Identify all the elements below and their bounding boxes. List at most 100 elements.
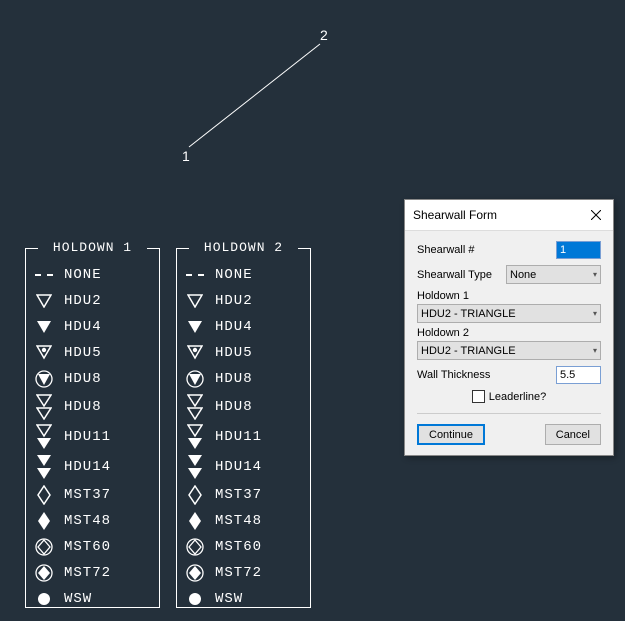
holdown2-label: Holdown 2	[417, 327, 601, 339]
legend-item-label: MST37	[64, 487, 111, 503]
legend-item-label: HDU8	[215, 399, 253, 415]
legend-item-label: WSW	[64, 591, 92, 607]
holdown-2-title: HOLDOWN 2	[191, 240, 296, 255]
tri-fill-icon	[34, 317, 54, 337]
legend-item: NONE	[34, 262, 151, 288]
shearwall-type-value: None	[510, 269, 536, 281]
holdown1-label: Holdown 1	[417, 290, 601, 302]
shearwall-num-input[interactable]	[556, 241, 601, 259]
diam-open-icon	[185, 485, 205, 505]
wall-thickness-label: Wall Thickness	[417, 369, 556, 381]
legend-item-label: HDU2	[215, 293, 253, 309]
line-endpoint-2-label: 2	[320, 27, 328, 43]
legend-item-label: MST72	[215, 565, 262, 581]
dbl-tri-fill-icon	[34, 453, 54, 481]
legend-item-label: HDU4	[64, 319, 102, 335]
dbl-tri-open-icon	[34, 393, 54, 421]
diam-fill-icon	[185, 511, 205, 531]
legend-item: MST60	[185, 534, 302, 560]
legend-item-label: WSW	[215, 591, 243, 607]
legend-item-label: HDU8	[215, 371, 253, 387]
holdown1-select[interactable]: HDU2 - TRIANGLE ▾	[417, 304, 601, 323]
dbl-tri-mix-icon	[185, 423, 205, 451]
holdown-1-legend: HOLDOWN 1 NONEHDU2HDU4HDU5HDU8HDU8HDU11H…	[25, 248, 160, 608]
legend-item: HDU5	[185, 340, 302, 366]
legend-item-label: NONE	[215, 267, 253, 283]
legend-item-label: HDU14	[64, 459, 111, 475]
dbl-tri-open-icon	[185, 393, 205, 421]
close-icon	[591, 210, 601, 220]
dialog-title: Shearwall Form	[413, 208, 497, 222]
circ-fill-icon	[185, 589, 205, 609]
shearwall-form-dialog: Shearwall Form Shearwall # Shearwall Typ…	[404, 199, 614, 456]
legend-item-label: HDU2	[64, 293, 102, 309]
legend-item-label: HDU5	[64, 345, 102, 361]
circ-fill-icon	[34, 589, 54, 609]
shearwall-line	[189, 44, 320, 147]
legend-item: WSW	[185, 586, 302, 612]
legend-item: NONE	[185, 262, 302, 288]
legend-item: WSW	[34, 586, 151, 612]
legend-item: HDU2	[34, 288, 151, 314]
leaderline-label: Leaderline?	[489, 391, 547, 403]
continue-button[interactable]: Continue	[417, 424, 485, 445]
legend-item: HDU4	[34, 314, 151, 340]
dbl-tri-fill-icon	[185, 453, 205, 481]
legend-item-label: MST72	[64, 565, 111, 581]
legend-item: MST37	[185, 482, 302, 508]
legend-item-label: MST48	[64, 513, 111, 529]
none-icon	[185, 265, 205, 285]
legend-item-label: MST37	[215, 487, 262, 503]
tri-open-icon	[34, 291, 54, 311]
diam-fill-icon	[34, 511, 54, 531]
holdown-1-title: HOLDOWN 1	[40, 240, 145, 255]
none-icon	[34, 265, 54, 285]
holdown-2-items: NONE HDU2 HDU4 HDU5 HDU8 HDU8 HDU11 HDU14 MST37 M…	[177, 248, 310, 616]
tri-fill-icon	[185, 317, 205, 337]
tri-dot-icon	[34, 343, 54, 363]
diam-open-icon	[34, 485, 54, 505]
legend-item-label: MST60	[64, 539, 111, 555]
chevron-down-icon: ▾	[593, 270, 597, 279]
legend-item: HDU8	[185, 366, 302, 392]
legend-item: HDU4	[185, 314, 302, 340]
chevron-down-icon: ▾	[593, 346, 597, 355]
tri-open-icon	[185, 291, 205, 311]
wall-thickness-input[interactable]	[556, 366, 601, 384]
legend-item: MST72	[34, 560, 151, 586]
legend-item-label: HDU8	[64, 399, 102, 415]
legend-item-label: HDU5	[215, 345, 253, 361]
cancel-button[interactable]: Cancel	[545, 424, 601, 445]
shearwall-num-label: Shearwall #	[417, 244, 556, 256]
tri-fill-circ-icon	[34, 369, 54, 389]
close-button[interactable]	[587, 206, 605, 224]
holdown-2-legend: HOLDOWN 2 NONEHDU2HDU4HDU5HDU8HDU8HDU11H…	[176, 248, 311, 608]
legend-item: HDU2	[185, 288, 302, 314]
holdown1-value: HDU2 - TRIANGLE	[421, 308, 516, 320]
legend-item: HDU8	[34, 366, 151, 392]
shearwall-type-select[interactable]: None ▾	[506, 265, 601, 284]
legend-item: MST48	[34, 508, 151, 534]
legend-item-label: HDU4	[215, 319, 253, 335]
legend-item-label: HDU14	[215, 459, 262, 475]
dbl-tri-mix-icon	[34, 423, 54, 451]
legend-item: MST37	[34, 482, 151, 508]
legend-item: HDU5	[34, 340, 151, 366]
legend-item: HDU11	[185, 422, 302, 452]
circ-diam-icon	[34, 537, 54, 557]
legend-item: MST72	[185, 560, 302, 586]
legend-item: HDU14	[34, 452, 151, 482]
dialog-titlebar[interactable]: Shearwall Form	[405, 200, 613, 231]
legend-item-label: HDU11	[64, 429, 111, 445]
tri-fill-circ-icon	[185, 369, 205, 389]
legend-item-label: HDU11	[215, 429, 262, 445]
circ-diam-fill-icon	[34, 563, 54, 583]
circ-diam-icon	[185, 537, 205, 557]
chevron-down-icon: ▾	[593, 309, 597, 318]
legend-item: MST60	[34, 534, 151, 560]
legend-item: HDU8	[34, 392, 151, 422]
leaderline-checkbox[interactable]	[472, 390, 485, 403]
tri-dot-icon	[185, 343, 205, 363]
legend-item-label: NONE	[64, 267, 102, 283]
holdown2-select[interactable]: HDU2 - TRIANGLE ▾	[417, 341, 601, 360]
